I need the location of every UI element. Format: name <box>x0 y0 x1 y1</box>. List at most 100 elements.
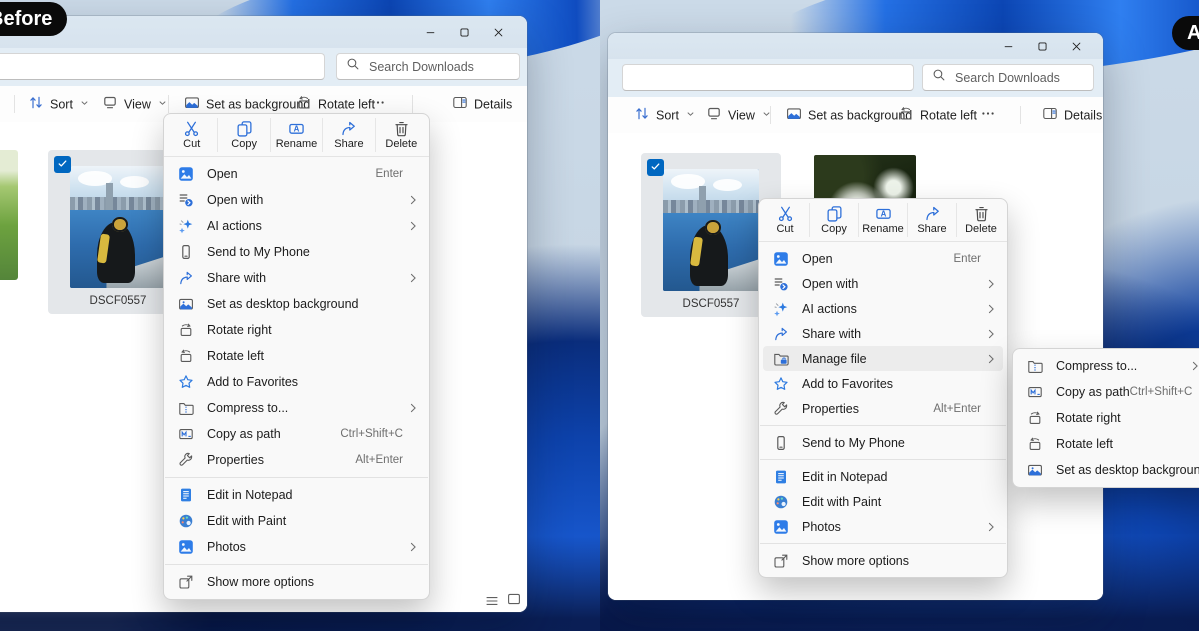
menu-item-icon <box>178 400 194 416</box>
command-cut[interactable]: Cut <box>761 203 810 237</box>
command-icon <box>340 120 357 137</box>
search-box[interactable] <box>336 53 520 80</box>
partial-photo-thumbnail[interactable] <box>0 150 18 280</box>
menu-item-icon <box>773 519 789 535</box>
maximize-button[interactable] <box>1027 36 1057 57</box>
menu-item-icon <box>178 513 194 529</box>
chevron-right-icon <box>405 322 421 338</box>
chevron-right-icon <box>405 192 421 208</box>
menu-item-edit-with-paint[interactable]: Edit with Paint <box>164 508 429 534</box>
command-copy[interactable]: Copy <box>218 118 270 152</box>
menu-item-icon <box>773 435 789 451</box>
selection-checkbox[interactable] <box>647 159 664 176</box>
menu-item-manage-file[interactable]: Manage file <box>763 346 1003 371</box>
close-button[interactable] <box>483 22 513 43</box>
chevron-right-icon <box>405 452 421 468</box>
menu-item-rotate-left[interactable]: Rotate left <box>164 343 429 369</box>
command-delete[interactable]: Delete <box>376 118 427 152</box>
menu-item-send-to-my-phone[interactable]: Send to My Phone <box>759 430 1007 455</box>
selection-checkbox[interactable] <box>54 156 71 173</box>
menu-item-open-with[interactable]: Open with <box>759 271 1007 296</box>
chevron-right-icon <box>983 376 999 392</box>
menu-item-share-with[interactable]: Share with <box>759 321 1007 346</box>
chevron-right-icon <box>983 469 999 485</box>
submenu-item-rotate-left[interactable]: Rotate left <box>1013 431 1199 457</box>
menu-item-icon <box>773 326 789 342</box>
menu-item-ai-actions[interactable]: AI actions <box>164 213 429 239</box>
search-input[interactable] <box>367 59 510 75</box>
menu-item-add-to-favorites[interactable]: Add to Favorites <box>164 369 429 395</box>
command-cut[interactable]: Cut <box>166 118 218 152</box>
menu-item-share-with[interactable]: Share with <box>164 265 429 291</box>
menu-item-show-more-options[interactable]: Show more options <box>164 569 429 595</box>
set-background-button[interactable]: Set as background <box>786 106 912 125</box>
view-icon <box>706 106 722 125</box>
list-view-toggle[interactable] <box>484 593 500 609</box>
command-copy[interactable]: Copy <box>810 203 859 237</box>
chevron-down-icon <box>157 97 168 111</box>
command-rename[interactable]: ARename <box>859 203 908 237</box>
command-icon <box>236 120 253 137</box>
menu-item-add-to-favorites[interactable]: Add to Favorites <box>759 371 1007 396</box>
minimize-button[interactable] <box>415 22 445 43</box>
menu-item-icon <box>773 251 789 267</box>
menu-item-properties[interactable]: PropertiesAlt+Enter <box>759 396 1007 421</box>
menu-item-send-to-my-phone[interactable]: Send to My Phone <box>164 239 429 265</box>
minimize-button[interactable] <box>993 36 1023 57</box>
menu-item-edit-in-notepad[interactable]: Edit in Notepad <box>164 482 429 508</box>
close-button[interactable] <box>1061 36 1091 57</box>
chevron-right-icon <box>1187 410 1199 426</box>
menu-item-open[interactable]: OpenEnter <box>164 161 429 187</box>
submenu-item-compress-to[interactable]: Compress to... <box>1013 353 1199 379</box>
submenu-item-set-as-desktop-background[interactable]: Set as desktop background <box>1013 457 1199 483</box>
sort-button[interactable]: Sort <box>28 95 90 114</box>
submenu-item-rotate-right[interactable]: Rotate right <box>1013 405 1199 431</box>
search-input[interactable] <box>953 70 1084 86</box>
menu-item-edit-with-paint[interactable]: Edit with Paint <box>759 489 1007 514</box>
menu-item-edit-in-notepad[interactable]: Edit in Notepad <box>759 464 1007 489</box>
menu-item-show-more-options[interactable]: Show more options <box>759 548 1007 573</box>
chevron-right-icon <box>983 519 999 535</box>
more-options-button[interactable] <box>370 95 386 114</box>
chevron-right-icon <box>983 494 999 510</box>
menu-item-photos[interactable]: Photos <box>759 514 1007 539</box>
details-button[interactable]: Details <box>1042 106 1102 125</box>
menu-item-compress-to[interactable]: Compress to... <box>164 395 429 421</box>
command-icon <box>393 120 410 137</box>
chevron-right-icon <box>405 244 421 260</box>
more-options-button[interactable] <box>980 106 996 125</box>
command-icon <box>777 205 794 222</box>
command-share[interactable]: Share <box>908 203 957 237</box>
set-background-button[interactable]: Set as background <box>184 95 310 114</box>
context-menu-after: CutCopyARenameShareDelete OpenEnterOpen … <box>758 198 1008 578</box>
view-button[interactable]: View <box>706 106 772 125</box>
command-delete[interactable]: Delete <box>957 203 1005 237</box>
menu-item-copy-as-path[interactable]: Copy as pathCtrl+Shift+C <box>164 421 429 447</box>
details-button[interactable]: Details <box>452 95 512 114</box>
maximize-button[interactable] <box>449 22 479 43</box>
menu-item-ai-actions[interactable]: AI actions <box>759 296 1007 321</box>
rotate-left-button[interactable]: Rotate left <box>898 106 977 125</box>
check-icon <box>57 156 68 174</box>
menu-item-rotate-right[interactable]: Rotate right <box>164 317 429 343</box>
rotate-left-button[interactable]: Rotate left <box>296 95 375 114</box>
search-box[interactable] <box>922 64 1094 91</box>
view-button[interactable]: View <box>102 95 168 114</box>
panel-before: Sort View Set as background Rotate left <box>0 0 600 631</box>
sort-button[interactable]: Sort <box>634 106 696 125</box>
chevron-right-icon <box>1194 384 1199 400</box>
menu-item-open[interactable]: OpenEnter <box>759 246 1007 271</box>
thumbnail-view-toggle[interactable] <box>506 591 522 607</box>
menu-item-open-with[interactable]: Open with <box>164 187 429 213</box>
diver-photo-thumbnail <box>663 169 759 291</box>
menu-item-set-as-desktop-background[interactable]: Set as desktop background <box>164 291 429 317</box>
command-rename[interactable]: ARename <box>271 118 323 152</box>
address-bar[interactable] <box>622 64 914 91</box>
diver-photo-thumbnail <box>70 166 166 288</box>
submenu-item-copy-as-path[interactable]: Copy as pathCtrl+Shift+C <box>1013 379 1199 405</box>
menu-item-properties[interactable]: PropertiesAlt+Enter <box>164 447 429 473</box>
address-bar[interactable] <box>0 53 325 80</box>
menu-item-photos[interactable]: Photos <box>164 534 429 560</box>
command-share[interactable]: Share <box>323 118 375 152</box>
check-icon <box>650 159 661 177</box>
